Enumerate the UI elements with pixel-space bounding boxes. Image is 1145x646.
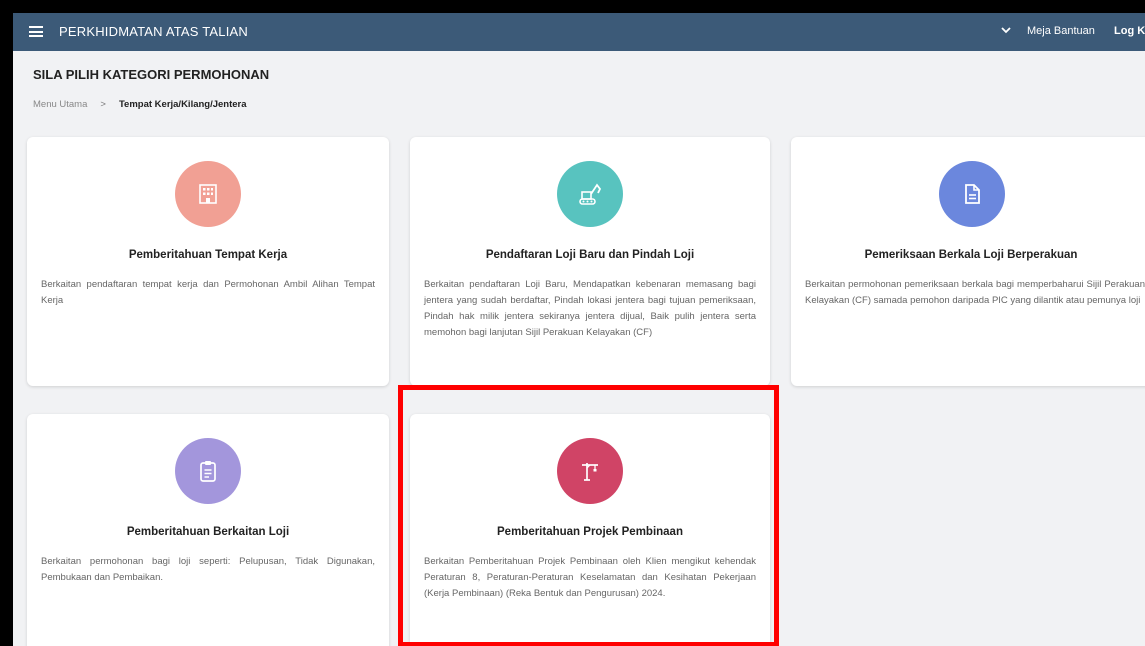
card-title: Pemberitahuan Berkaitan Loji xyxy=(126,526,290,538)
card-description: Berkaitan pendaftaran Loji Baru, Mendapa… xyxy=(424,279,756,338)
breadcrumb-current: Tempat Kerja/Kilang/Jentera xyxy=(118,99,247,110)
clipboard-icon xyxy=(200,461,216,482)
card-description: Berkaitan permohonan bagi loji seperti: … xyxy=(41,556,375,583)
card-title: Pemeriksaan Berkala Loji Berperakuan xyxy=(864,249,1078,261)
card-berkaitan-loji[interactable]: Pemberitahuan Berkaitan Loji Berkaitan p… xyxy=(27,414,389,646)
card-description: Berkaitan Pemberitahuan Projek Pembinaan… xyxy=(424,556,756,599)
card-description: Berkaitan permohonan pemeriksaan berkala… xyxy=(805,279,1145,306)
breadcrumb-separator: > xyxy=(100,99,106,110)
card-pendaftaran-loji[interactable]: Pendaftaran Loji Baru dan Pindah Loji Be… xyxy=(410,137,770,386)
crane-icon xyxy=(582,463,598,481)
card-title: Pendaftaran Loji Baru dan Pindah Loji xyxy=(485,249,695,261)
card-pemeriksaan-berkala[interactable]: Pemeriksaan Berkala Loji Berperakuan Ber… xyxy=(791,137,1145,386)
card-description: Berkaitan pendaftaran tempat kerja dan P… xyxy=(41,279,375,306)
card-projek-pembinaan[interactable]: Pemberitahuan Projek Pembinaan Berkaitan… xyxy=(410,414,770,646)
card-title: Pemberitahuan Tempat Kerja xyxy=(128,249,288,261)
document-icon xyxy=(965,184,980,204)
card-icon-circle xyxy=(939,161,1005,227)
breadcrumb-home[interactable]: Menu Utama xyxy=(33,99,87,110)
building-icon xyxy=(199,184,217,204)
app-title: PERKHIDMATAN ATAS TALIAN xyxy=(59,24,249,39)
card-icon-circle xyxy=(175,438,241,504)
card-title: Pemberitahuan Projek Pembinaan xyxy=(497,526,683,538)
card-icon-circle xyxy=(557,161,623,227)
breadcrumb: Menu Utama > Tempat Kerja/Kilang/Jentera xyxy=(33,99,247,110)
chevron-down-icon[interactable] xyxy=(999,23,1013,37)
logout-link[interactable]: Log Ke xyxy=(1114,25,1145,37)
card-icon-circle xyxy=(557,438,623,504)
page-title: SILA PILIH KATEGORI PERMOHONAN xyxy=(33,67,270,82)
card-tempat-kerja[interactable]: Pemberitahuan Tempat Kerja Berkaitan pen… xyxy=(27,137,389,386)
hamburger-menu-icon[interactable] xyxy=(29,26,43,37)
excavator-icon xyxy=(579,183,602,205)
app-window: PERKHIDMATAN ATAS TALIAN Meja Bantuan Lo… xyxy=(13,13,1145,646)
top-bar: PERKHIDMATAN ATAS TALIAN Meja Bantuan Lo… xyxy=(13,13,1145,51)
help-desk-link[interactable]: Meja Bantuan xyxy=(1027,25,1095,37)
card-icon-circle xyxy=(175,161,241,227)
